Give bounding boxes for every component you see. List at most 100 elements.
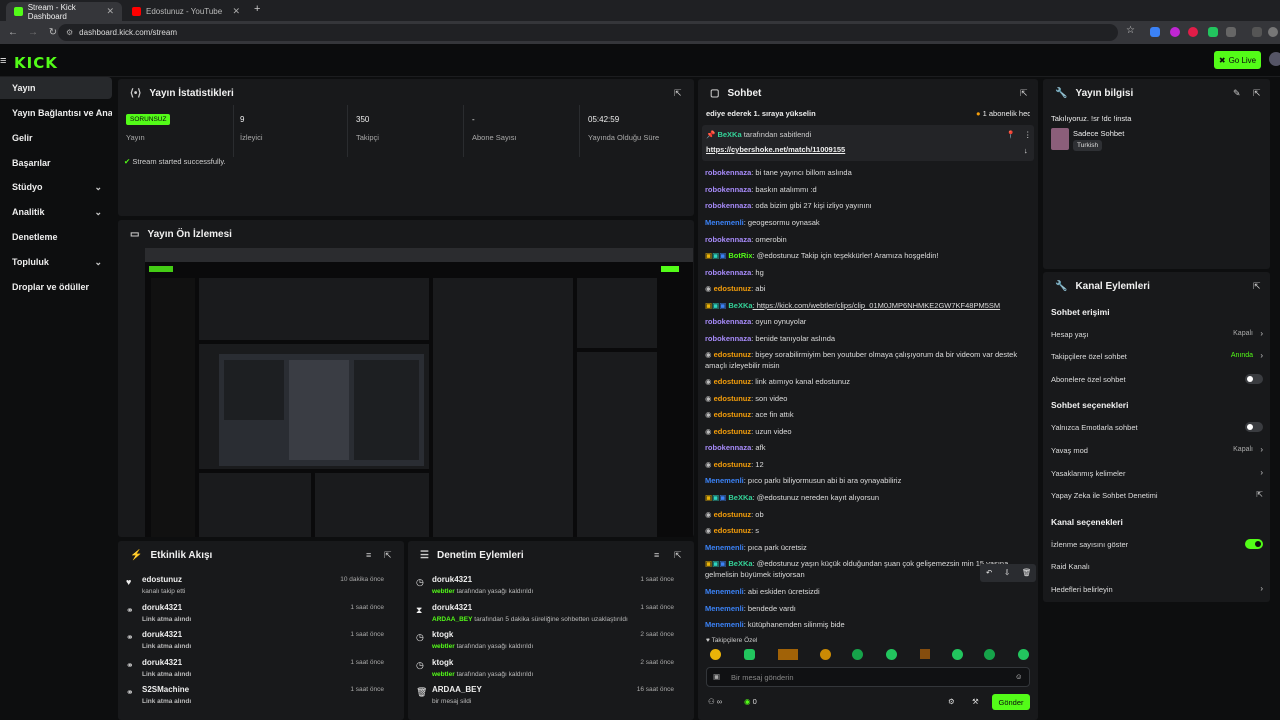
menu-hamburger-icon[interactable]: ≡ (0, 55, 6, 67)
chat-username[interactable]: robokennaza (705, 235, 751, 244)
setting-followers-chat[interactable]: Takipçilere özel sohbet Anında › (1051, 351, 1267, 361)
chat-username[interactable]: Menemenli (705, 476, 744, 485)
chat-message[interactable]: ◉ edostunuz: bişey sorabilirmiyim ben yo… (705, 349, 1035, 371)
setting-banned-words[interactable]: Yasaklanmış kelimeler › (1051, 468, 1267, 478)
chat-username[interactable]: Menemenli (705, 543, 744, 552)
delete-icon[interactable]: 🗑 (1022, 568, 1032, 577)
chat-message[interactable]: Menemenli: abi eskiden ücretsizdi (705, 586, 1035, 597)
gift-sub-banner[interactable]: ● 1 abonelik hediye ed (976, 109, 1030, 118)
chat-message[interactable]: robokennaza: oda bizim gibi 27 kişi izli… (705, 200, 1035, 211)
sidebar-item-analitik[interactable]: Analitik ⌄ (0, 201, 112, 223)
emote-icon[interactable] (744, 649, 755, 660)
chat-message[interactable]: robokennaza: oyun oynuyolar (705, 316, 1035, 327)
setting-goals[interactable]: Hedefleri belirleyin › (1051, 584, 1267, 594)
pin-icon[interactable]: ⇩ (1004, 568, 1010, 577)
filter-icon[interactable]: ≡ (366, 550, 371, 560)
expand-down-icon[interactable]: ↓ (1024, 146, 1028, 155)
chat-username[interactable]: Menemenli (705, 218, 744, 227)
chat-username[interactable]: edostunuz (714, 350, 752, 359)
moderation-target-user[interactable]: ktogk (432, 630, 453, 639)
extension-icon[interactable] (1188, 27, 1198, 37)
chat-message[interactable]: ◉ edostunuz: uzun video (705, 426, 1035, 437)
kick-logo[interactable]: KICK (14, 54, 58, 72)
show-viewers-toggle[interactable] (1245, 539, 1263, 549)
subs-chat-toggle[interactable] (1245, 374, 1263, 384)
emote-icon[interactable] (852, 649, 863, 660)
emote-icon[interactable] (1018, 649, 1029, 660)
emote-icon[interactable] (952, 649, 963, 660)
reply-icon[interactable]: ↶ (986, 568, 992, 577)
chat-username[interactable]: edostunuz (714, 427, 752, 436)
unpin-icon[interactable]: 📍 (1006, 130, 1015, 139)
url-field[interactable]: ⚙ dashboard.kick.com/stream (58, 24, 1118, 41)
chat-message[interactable]: robokennaza: baskın atalımmı :d (705, 184, 1035, 195)
chat-message[interactable]: robokennaza: afk (705, 442, 1035, 453)
popout-icon[interactable]: ⇱ (1020, 88, 1028, 99)
chat-message[interactable]: ▣▣▣ BotRix: @edostunuz Takip için teşekk… (705, 250, 1035, 261)
go-live-button[interactable]: ✖ Go Live (1214, 51, 1261, 69)
chat-username[interactable]: robokennaza (705, 168, 751, 177)
popout-icon[interactable]: ⇱ (1253, 88, 1261, 99)
activity-user[interactable]: edostunuz (142, 575, 182, 584)
moderation-target-user[interactable]: ktogk (432, 658, 453, 667)
chat-username[interactable]: edostunuz (714, 526, 752, 535)
extension-icon[interactable] (1150, 27, 1160, 37)
activity-user[interactable]: doruk4321 (142, 630, 182, 639)
pinned-link[interactable]: https://cybershoke.net/match/11009155 (706, 145, 845, 154)
chat-message[interactable]: robokennaza: bi tane yayıncı billom aslı… (705, 167, 1035, 178)
popout-icon[interactable]: ⇱ (674, 550, 682, 561)
sidebar-item-gelir[interactable]: Gelir (0, 127, 112, 149)
users-icon[interactable]: ⚇ ∞ (708, 697, 722, 706)
reading-list-icon[interactable] (1252, 27, 1262, 37)
moderation-actor[interactable]: webtler (432, 588, 455, 595)
moderation-target-user[interactable]: doruk4321 (432, 603, 472, 612)
chat-message[interactable]: Menemenli: geogesormu oynasak (705, 217, 1035, 228)
chat-username[interactable]: robokennaza (705, 185, 751, 194)
sidebar-item-yayin[interactable]: Yayın (0, 77, 112, 99)
sidebar-item-stream-key[interactable]: Yayın Bağlantısı ve Anahtarı (0, 102, 112, 124)
chat-message[interactable]: robokennaza: hg (705, 267, 1035, 278)
send-button[interactable]: Gönder (992, 694, 1030, 710)
sidebar-item-studyo[interactable]: Stüdyo ⌄ (0, 176, 112, 198)
profile-avatar-icon[interactable] (1268, 27, 1278, 37)
chat-message[interactable]: ▣▣▣ BeXKa: @edostunuz nereden kayıt alıy… (705, 492, 1035, 503)
sidebar-item-basarilar[interactable]: Başarılar (0, 152, 112, 174)
moderation-target-user[interactable]: doruk4321 (432, 575, 472, 584)
chat-username[interactable]: BeXKa (728, 301, 752, 310)
moderation-actor[interactable]: webtler (432, 671, 455, 678)
chat-message[interactable]: ◉ edostunuz: abi (705, 283, 1035, 294)
mod-tools-icon[interactable]: ⚒ (972, 697, 979, 706)
forward-icon[interactable]: → (26, 27, 40, 38)
bookmark-star-icon[interactable]: ☆ (1126, 25, 1135, 36)
extension-icon[interactable] (1170, 27, 1180, 37)
chat-input[interactable]: ▣ Bir mesaj gönderin ☺ (706, 667, 1030, 687)
popout-icon[interactable]: ⇱ (674, 88, 682, 99)
chat-message[interactable]: Menemenli: pıco parkı biliyormusun abi b… (705, 475, 1035, 486)
chat-message[interactable]: ◉ edostunuz: ob (705, 509, 1035, 520)
activity-user[interactable]: doruk4321 (142, 658, 182, 667)
back-icon[interactable]: ← (6, 27, 20, 38)
emote-icon[interactable] (920, 649, 930, 659)
chat-message[interactable]: ▣▣▣ BeXKa: https://kick.com/webtler/clip… (705, 300, 1035, 311)
tag-badge[interactable]: Turkish (1073, 140, 1103, 151)
emoji-icon[interactable]: ☺ (1015, 672, 1023, 681)
emote-icon[interactable] (778, 649, 798, 660)
pinned-by-user[interactable]: BeXKa (717, 130, 741, 139)
extension-icon[interactable] (1208, 27, 1218, 37)
emote-icon[interactable] (984, 649, 995, 660)
more-options-icon[interactable]: ⋮ (1024, 130, 1032, 139)
chat-username[interactable]: robokennaza (705, 317, 751, 326)
new-tab-button[interactable]: + (254, 3, 260, 15)
browser-tab-youtube[interactable]: Edostunuz - YouTube ✕ (124, 2, 248, 21)
chat-username[interactable]: edostunuz (714, 284, 752, 293)
chat-username[interactable]: robokennaza (705, 443, 751, 452)
emote-icon[interactable] (886, 649, 897, 660)
chat-username[interactable]: BeXKa (728, 493, 752, 502)
activity-user[interactable]: doruk4321 (142, 603, 182, 612)
chat-username[interactable]: robokennaza (705, 268, 751, 277)
close-icon[interactable]: ✕ (232, 6, 240, 17)
user-avatar[interactable] (1269, 52, 1280, 66)
emote-icon[interactable] (710, 649, 721, 660)
chat-username[interactable]: BotRix (728, 251, 752, 260)
chat-message[interactable]: ◉ edostunuz: 12 (705, 459, 1035, 470)
